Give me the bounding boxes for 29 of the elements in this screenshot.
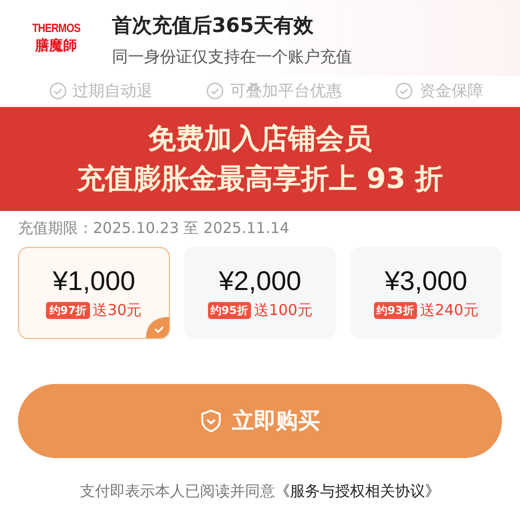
amount-option[interactable]: ¥2,000 约95折 送100元 bbox=[184, 247, 336, 339]
brand-logo-text: 膳魔師 bbox=[35, 37, 77, 55]
bonus-text: 送100元 bbox=[254, 301, 312, 320]
account-notice: 同一身份证仅支持在一个账户充值 bbox=[112, 47, 352, 68]
banner-headline: 免费加入店铺会员 bbox=[148, 121, 372, 157]
discount-tag: 约95折 bbox=[208, 302, 251, 319]
feature-label: 可叠加平台优惠 bbox=[230, 80, 342, 102]
amount-value: ¥1,000 bbox=[52, 266, 136, 297]
validity-title: 首次充值后365天有效 bbox=[112, 12, 315, 39]
amount-value: ¥2,000 bbox=[218, 266, 302, 297]
selected-check-icon bbox=[146, 317, 169, 338]
check-circle-icon bbox=[206, 82, 224, 100]
agreement-notice: 支付即表示本人已阅读并同意 bbox=[80, 482, 275, 501]
banner-headline: 充值膨胀金最高享折上 93 折 bbox=[76, 161, 444, 197]
feature-label: 过期自动退 bbox=[72, 80, 153, 102]
brand-logo-text: THERMOS bbox=[32, 21, 80, 35]
check-circle-icon bbox=[395, 82, 414, 100]
agreement-link[interactable]: 《服务与授权相关协议》 bbox=[275, 482, 440, 501]
bonus-text: 送240元 bbox=[420, 301, 478, 320]
shield-icon bbox=[200, 409, 222, 433]
amount-option[interactable]: ¥1,000 约97折 送30元 bbox=[18, 247, 170, 339]
feature-label: 资金保障 bbox=[419, 80, 484, 102]
recharge-period: 充值期限：2025.10.23 至 2025.11.14 bbox=[17, 218, 290, 239]
amount-value: ¥3,000 bbox=[384, 266, 468, 297]
discount-tag: 约97折 bbox=[46, 302, 90, 319]
discount-tag: 约93折 bbox=[374, 302, 417, 319]
check-circle-icon bbox=[48, 82, 67, 100]
bonus-text: 送30元 bbox=[92, 301, 142, 320]
amount-option[interactable]: ¥3,000 约93折 送240元 bbox=[350, 247, 502, 339]
